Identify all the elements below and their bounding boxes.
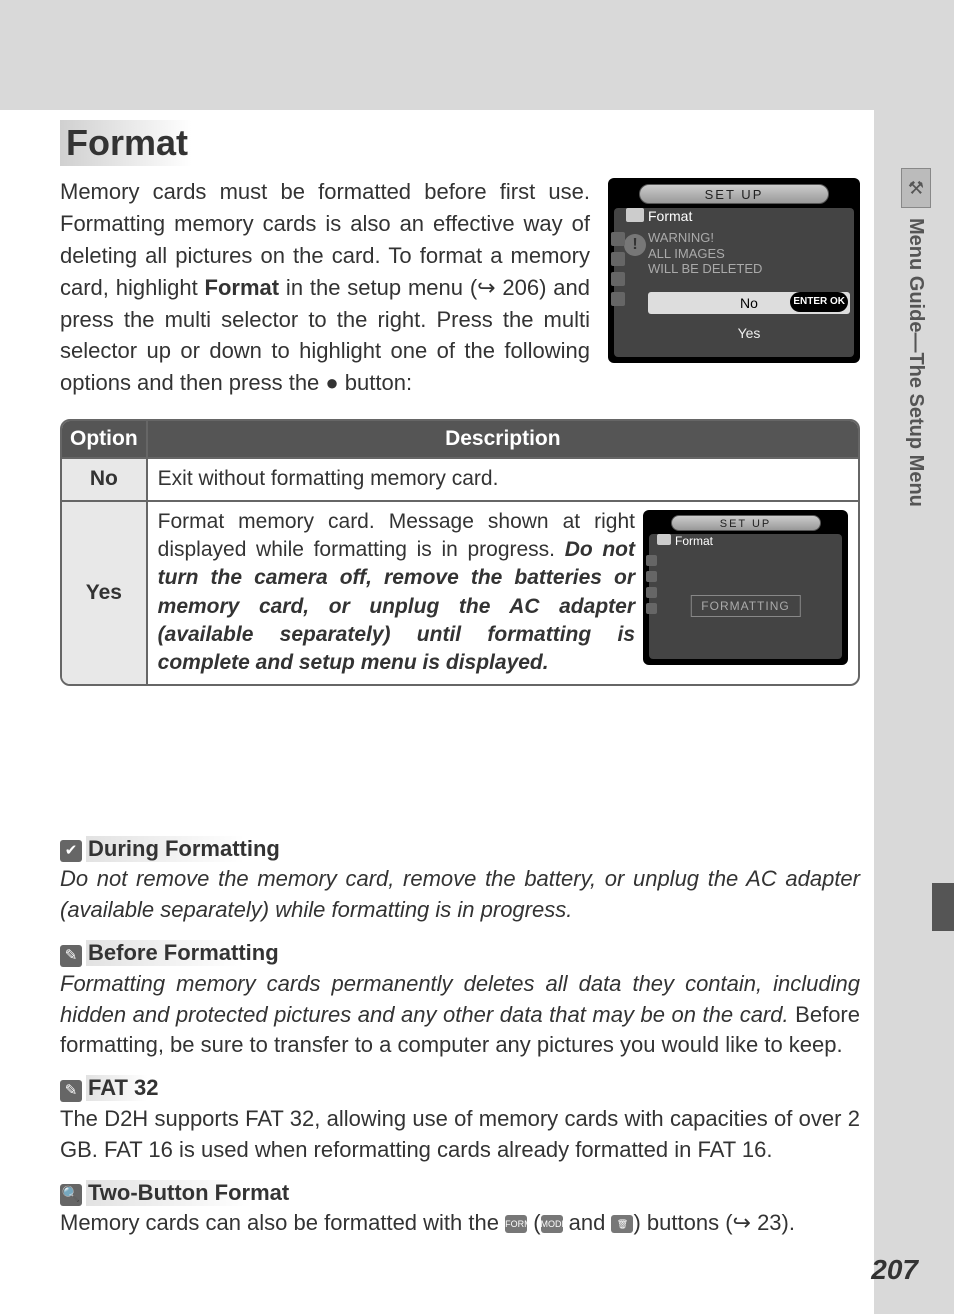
screenshot-subtitle: Format — [648, 208, 692, 224]
description-cell-no: Exit without formatting memory card. — [147, 458, 858, 500]
col-header-description: Description — [147, 421, 858, 458]
note-block: ✎Before Formatting Formatting memory card… — [60, 940, 860, 1061]
col-header-option: Option — [62, 421, 147, 458]
table-row: No Exit without formatting memory card. — [62, 458, 858, 500]
note-body: Do not remove the memory card, remove th… — [60, 864, 860, 926]
description-cell-yes: Format memory card. Message shown at rig… — [147, 501, 858, 684]
screenshot-title: SET UP — [639, 184, 829, 204]
camera-icon — [646, 571, 657, 582]
table-row: Yes Format memory card. Message shown at… — [62, 501, 858, 684]
play-icon — [611, 232, 625, 246]
format-badge-icon: FORMAT — [505, 1215, 527, 1233]
formatting-progress-box: FORMATTING — [690, 595, 800, 617]
side-tab: ⚒ Menu Guide—The Setup Menu — [896, 168, 936, 658]
thumb-index-mark — [932, 883, 954, 931]
wrench-icon — [611, 292, 625, 306]
screenshot2-side-icons — [646, 550, 660, 619]
camera-icon — [611, 252, 625, 266]
note-heading: During Formatting — [86, 836, 284, 862]
page-number: 207 — [871, 1254, 918, 1286]
check-icon: ✔ — [60, 840, 82, 862]
note-body: Memory cards can also be formatted with … — [60, 1208, 860, 1239]
wrench-icon — [646, 603, 657, 614]
note-body: The D2H supports FAT 32, allowing use of… — [60, 1104, 860, 1166]
note-heading: FAT 32 — [86, 1075, 163, 1101]
mode-icon: MODE — [541, 1215, 563, 1233]
note-block: ✎FAT 32 The D2H supports FAT 32, allowing… — [60, 1075, 860, 1165]
pencil-icon: ✎ — [60, 945, 82, 967]
camera-screenshot-format-menu: SET UP Format ! WARNING! ALL IMAGES WILL… — [608, 178, 860, 363]
screenshot2-format-label: Format — [675, 534, 713, 548]
format-icon — [657, 534, 671, 545]
options-table: Option Description No Exit without forma… — [60, 419, 860, 685]
page-title: Format — [60, 120, 280, 166]
page-content: Format Memory cards must be formatted be… — [60, 120, 860, 1239]
camera-screenshot-formatting: SET UP Format — [643, 510, 848, 665]
magnifier-icon: 🔍 — [60, 1184, 82, 1206]
pencil-icon: ✎ — [60, 1080, 82, 1102]
option-cell-yes: Yes — [62, 501, 147, 684]
pencil-icon — [646, 587, 657, 598]
note-block: 🔍Two-Button FormatMemory cards can also … — [60, 1180, 860, 1240]
warning-text: WARNING! ALL IMAGES WILL BE DELETED — [648, 230, 762, 277]
note-heading: Before Formatting — [86, 940, 283, 966]
screenshot-side-icons — [611, 226, 629, 312]
pencil-icon — [611, 272, 625, 286]
screenshot2-title: SET UP — [671, 515, 821, 531]
note-heading: Two-Button Format — [86, 1180, 293, 1206]
option-cell-no: No — [62, 458, 147, 500]
enter-ok-badge: ENTER OK — [790, 292, 848, 312]
note-body: Formatting memory cards permanently dele… — [60, 969, 860, 1061]
play-icon — [646, 555, 657, 566]
note-block: ✔During FormattingDo not remove the memo… — [60, 836, 860, 926]
side-tab-label: Menu Guide—The Setup Menu — [896, 218, 927, 518]
notes-section: ✔During FormattingDo not remove the memo… — [60, 836, 860, 1239]
trash-icon: 🗑 — [611, 1215, 633, 1233]
wrench-tab-icon: ⚒ — [901, 168, 931, 208]
option-yes: Yes — [648, 322, 850, 344]
format-icon — [626, 208, 644, 222]
intro-paragraph: Memory cards must be formatted before fi… — [60, 176, 590, 399]
